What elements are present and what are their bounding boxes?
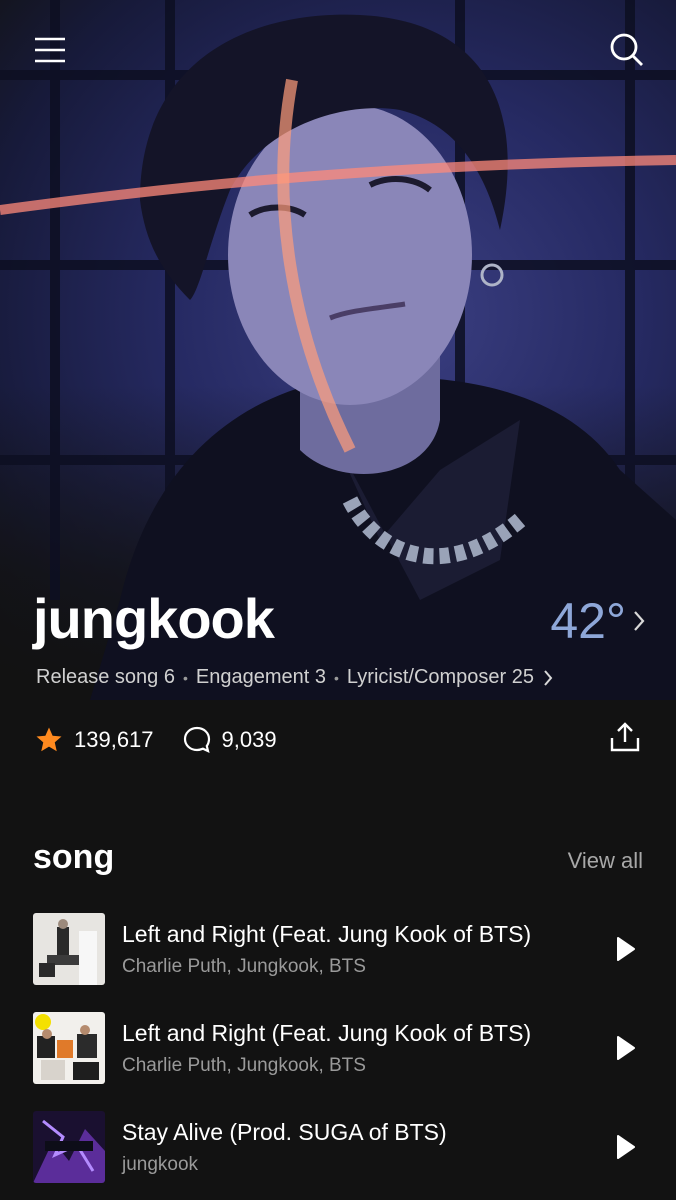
song-artist: Charlie Puth, Jungkook, BTS: [122, 955, 366, 977]
list-item[interactable]: Stay Alive (Prod. SUGA of BTS) jungkook: [33, 1110, 646, 1184]
search-button[interactable]: [605, 28, 649, 72]
lyricist-composer-count: Lyricist/Composer 25: [346, 666, 535, 688]
share-icon: [610, 722, 640, 752]
separator-dot: •: [182, 669, 188, 686]
reaction-row: 139,617 9,039: [34, 720, 642, 760]
album-art: [33, 1012, 105, 1084]
play-button[interactable]: [606, 1028, 646, 1068]
temperature-value: 42°: [550, 593, 626, 649]
search-icon: [610, 33, 643, 66]
comment-count: 9,039: [221, 727, 277, 752]
separator-dot: •: [334, 669, 339, 686]
list-item[interactable]: Left and Right (Feat. Jung Kook of BTS) …: [33, 1011, 646, 1085]
play-icon: [617, 1135, 635, 1159]
view-all-link[interactable]: View all: [568, 848, 643, 874]
play-button[interactable]: [606, 929, 646, 969]
artist-stats-row[interactable]: Release song 6 • Engagement 3 • Lyricist…: [36, 666, 554, 689]
menu-icon: [35, 37, 65, 63]
menu-button[interactable]: [28, 28, 72, 72]
album-art: [33, 913, 105, 985]
list-item[interactable]: Left and Right (Feat. Jung Kook of BTS) …: [33, 912, 646, 986]
like-button[interactable]: 139,617: [34, 725, 154, 755]
comment-icon: [183, 726, 210, 753]
play-button[interactable]: [606, 1127, 646, 1167]
section-title: song: [33, 838, 115, 876]
song-title: Left and Right (Feat. Jung Kook of BTS): [122, 920, 532, 947]
song-artist: jungkook: [122, 1153, 199, 1175]
release-song-count: Release song 6: [36, 666, 175, 688]
comment-button[interactable]: 9,039: [182, 725, 277, 755]
engagement-count: Engagement 3: [195, 666, 326, 688]
chevron-right-icon: [544, 669, 553, 686]
share-button[interactable]: [608, 720, 642, 760]
song-title: Stay Alive (Prod. SUGA of BTS): [122, 1118, 447, 1145]
like-count: 139,617: [74, 727, 154, 752]
play-icon: [617, 937, 635, 961]
temperature-link[interactable]: 42°: [550, 592, 646, 650]
artist-name: jungkook: [33, 587, 275, 650]
song-title: Left and Right (Feat. Jung Kook of BTS): [122, 1019, 532, 1046]
song-artist: Charlie Puth, Jungkook, BTS: [122, 1054, 366, 1076]
song-section-header: song View all: [33, 838, 643, 877]
chevron-right-icon: [634, 611, 645, 631]
play-icon: [617, 1036, 635, 1060]
album-art: [33, 1111, 105, 1183]
star-icon: [36, 727, 62, 752]
